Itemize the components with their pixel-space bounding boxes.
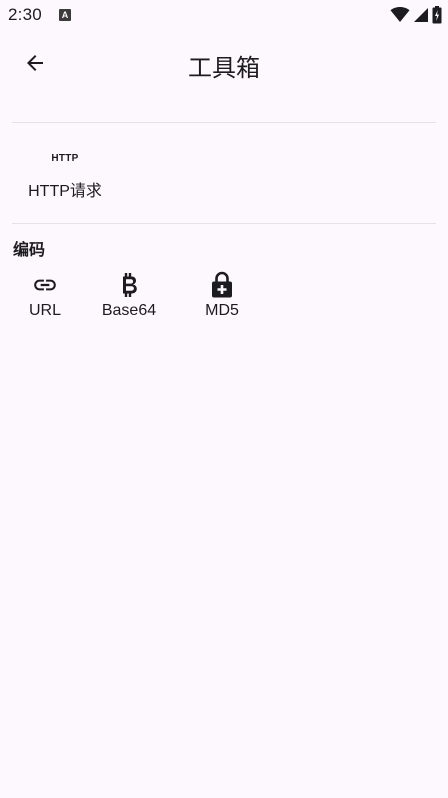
md5-label: MD5 (205, 302, 239, 319)
battery-charging-icon (432, 6, 442, 24)
http-request-label: HTTP请求 (28, 183, 102, 200)
bitcoin-icon (118, 270, 140, 300)
section-divider (12, 223, 436, 224)
notification-app-icon: A (59, 9, 71, 21)
page-title: 工具箱 (188, 54, 260, 82)
status-time: 2:30 (8, 5, 42, 24)
http-request-tool[interactable]: HTTP HTTP请求 (18, 146, 112, 212)
md5-hash-tool[interactable]: MD5 (196, 270, 248, 326)
encoding-section-title: 编码 (13, 240, 46, 259)
lock-add-icon (210, 270, 234, 300)
base64-label: Base64 (101, 302, 157, 319)
url-encode-tool[interactable]: URL (22, 270, 68, 326)
http-icon: HTTP (51, 153, 79, 164)
status-icons (390, 6, 442, 24)
app-bar: 工具箱 (0, 30, 448, 102)
link-icon (32, 270, 58, 300)
status-bar: 2:30 A (0, 0, 448, 30)
wifi-icon (390, 7, 410, 23)
cell-signal-icon (413, 7, 429, 23)
url-label: URL (28, 302, 61, 319)
base64-encode-tool[interactable]: Base64 (94, 270, 164, 326)
top-divider (12, 122, 436, 123)
